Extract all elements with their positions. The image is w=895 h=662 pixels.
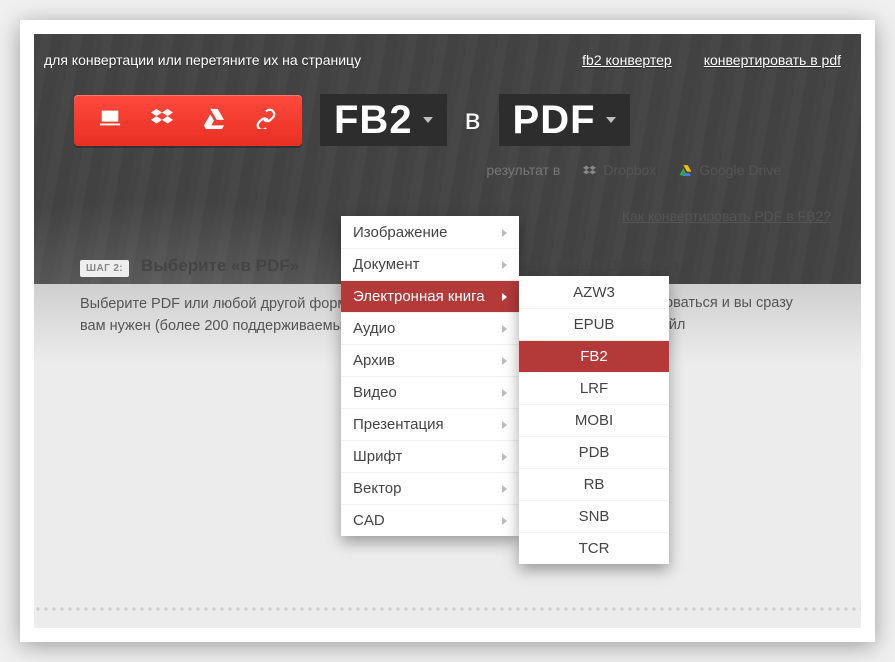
category-item-label: Вектор bbox=[353, 480, 401, 497]
app-surface: для конвертации или перетяните их на стр… bbox=[34, 34, 861, 628]
cloud-save-row: результат в Dropbox Google Drive bbox=[34, 154, 801, 186]
drag-instruction: для конвертации или перетяните их на стр… bbox=[44, 52, 582, 68]
app-window: для конвертации или перетяните их на стр… bbox=[20, 20, 875, 642]
category-item[interactable]: Вектор bbox=[341, 472, 519, 504]
category-item[interactable]: CAD bbox=[341, 504, 519, 536]
gdrive-label: Google Drive bbox=[699, 162, 781, 178]
category-item-label: Презентация bbox=[353, 416, 444, 433]
format-item[interactable]: AZW3 bbox=[519, 276, 669, 308]
target-format-label: PDF bbox=[513, 100, 596, 140]
format-item-label: AZW3 bbox=[573, 284, 615, 301]
submenu-arrow-icon bbox=[502, 517, 507, 525]
category-item[interactable]: Документ bbox=[341, 248, 519, 280]
reverse-conversion-link[interactable]: Как конвертировать PDF в FB2? bbox=[622, 208, 831, 224]
category-item-label: Архив bbox=[353, 352, 395, 369]
upload-source-bar bbox=[74, 95, 302, 146]
dropbox-icon[interactable] bbox=[150, 107, 174, 134]
dropbox-small-icon bbox=[582, 164, 597, 177]
category-item-label: Шрифт bbox=[353, 448, 402, 465]
category-item[interactable]: Презентация bbox=[341, 408, 519, 440]
target-format-selector[interactable]: PDF bbox=[499, 94, 630, 146]
category-item[interactable]: Изображение bbox=[341, 216, 519, 248]
submenu-arrow-icon bbox=[502, 485, 507, 493]
step-2-title: Выберите «в PDF» bbox=[141, 256, 299, 276]
category-item[interactable]: Электронная книга bbox=[341, 280, 519, 312]
format-item[interactable]: EPUB bbox=[519, 308, 669, 340]
submenu-arrow-icon bbox=[502, 389, 507, 397]
category-item-label: Документ bbox=[353, 256, 420, 273]
format-item-label: LRF bbox=[580, 380, 608, 397]
save-to-dropbox[interactable]: Dropbox bbox=[582, 162, 656, 178]
category-item[interactable]: Архив bbox=[341, 344, 519, 376]
category-menu: Изображение Документ Электронная книга Ауди… bbox=[341, 216, 519, 536]
dropbox-label: Dropbox bbox=[603, 162, 656, 178]
submenu-arrow-icon bbox=[502, 293, 507, 301]
submenu-arrow-icon bbox=[502, 325, 507, 333]
footer-wave bbox=[34, 605, 861, 612]
format-item-label: RB bbox=[584, 476, 605, 493]
top-links: fb2 конвертер конвертировать в pdf bbox=[582, 52, 841, 68]
format-item[interactable]: MOBI bbox=[519, 404, 669, 436]
category-item-label: Изображение bbox=[353, 224, 448, 241]
conversion-row: FB2 в PDF bbox=[34, 86, 861, 154]
format-submenu: AZW3 EPUB FB2 LRF MOBI PDB RB SNB TCR bbox=[519, 276, 669, 564]
source-format-selector[interactable]: FB2 bbox=[320, 94, 447, 146]
link-url-icon[interactable] bbox=[254, 107, 278, 134]
category-item-label: Видео bbox=[353, 384, 397, 401]
link-fb2-converter[interactable]: fb2 конвертер bbox=[582, 52, 672, 68]
category-item-label: CAD bbox=[353, 512, 385, 529]
format-item[interactable]: PDB bbox=[519, 436, 669, 468]
chevron-down-icon bbox=[423, 117, 433, 123]
step-2-badge: ШАГ 2: bbox=[80, 260, 129, 277]
submenu-arrow-icon bbox=[502, 229, 507, 237]
cloud-result-label: результат в bbox=[486, 162, 560, 178]
google-drive-small-icon bbox=[678, 164, 693, 177]
category-item[interactable]: Шрифт bbox=[341, 440, 519, 472]
format-item-label: PDB bbox=[579, 444, 610, 461]
format-item-label: TCR bbox=[579, 540, 610, 557]
link-convert-to-pdf[interactable]: конвертировать в pdf bbox=[704, 52, 841, 68]
google-drive-icon[interactable] bbox=[202, 107, 226, 134]
category-item[interactable]: Видео bbox=[341, 376, 519, 408]
category-item-label: Электронная книга bbox=[353, 288, 485, 305]
chevron-down-icon bbox=[606, 117, 616, 123]
computer-icon[interactable] bbox=[98, 107, 122, 134]
format-item[interactable]: RB bbox=[519, 468, 669, 500]
format-item[interactable]: FB2 bbox=[519, 340, 669, 372]
submenu-arrow-icon bbox=[502, 261, 507, 269]
direction-word: в bbox=[465, 103, 481, 137]
format-item-label: MOBI bbox=[575, 412, 613, 429]
format-item[interactable]: LRF bbox=[519, 372, 669, 404]
format-item[interactable]: SNB bbox=[519, 500, 669, 532]
submenu-arrow-icon bbox=[502, 453, 507, 461]
format-item[interactable]: TCR bbox=[519, 532, 669, 564]
top-bar: для конвертации или перетяните их на стр… bbox=[34, 34, 861, 86]
submenu-arrow-icon bbox=[502, 357, 507, 365]
submenu-arrow-icon bbox=[502, 421, 507, 429]
category-item[interactable]: Аудио bbox=[341, 312, 519, 344]
category-item-label: Аудио bbox=[353, 320, 395, 337]
format-item-label: FB2 bbox=[580, 348, 608, 365]
save-to-google-drive[interactable]: Google Drive bbox=[678, 162, 781, 178]
format-item-label: EPUB bbox=[574, 316, 615, 333]
format-item-label: SNB bbox=[579, 508, 610, 525]
source-format-label: FB2 bbox=[334, 100, 413, 140]
